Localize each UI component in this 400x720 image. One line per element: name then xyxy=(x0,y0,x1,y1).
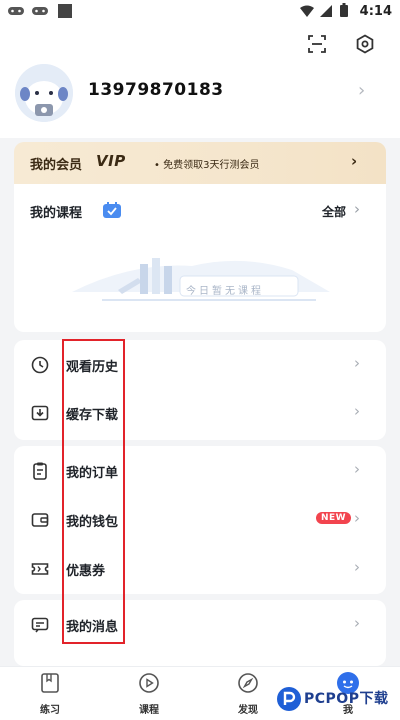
course-title: 我的课程 xyxy=(30,206,83,221)
vip-title: 我的会员 xyxy=(30,158,83,173)
clock-time: 4:14 xyxy=(359,4,392,19)
nav-course[interactable]: 课程 xyxy=(119,671,179,716)
avatar[interactable] xyxy=(15,64,73,122)
chevron-right-icon: › xyxy=(354,614,360,632)
empty-course-text: 今日暂无课程 xyxy=(186,286,264,297)
chevron-right-icon: › xyxy=(354,460,360,478)
chevron-right-icon: › xyxy=(351,152,358,170)
chevron-right-icon[interactable]: › xyxy=(354,200,360,218)
battery-icon xyxy=(340,3,348,17)
message-icon xyxy=(31,617,49,633)
watermark-text: PCPOP下载 xyxy=(304,691,389,707)
coupon-icon xyxy=(31,563,49,575)
calendar-icon xyxy=(103,202,121,218)
chevron-right-icon: › xyxy=(354,558,360,576)
pcpop-logo-icon xyxy=(277,687,301,711)
chevron-right-icon[interactable]: › xyxy=(358,80,365,101)
course-card: 我的课程 全部 › 今日暂无课程 xyxy=(14,184,386,332)
vip-description: • 免费领取3天行测会员 xyxy=(154,160,260,171)
nav-label: 课程 xyxy=(139,705,159,716)
signal-icon xyxy=(320,5,332,17)
scan-button[interactable] xyxy=(305,32,329,56)
gamepad-icon xyxy=(8,7,24,15)
vip-banner[interactable]: 我的会员 VIP • 免费领取3天行测会员 › xyxy=(14,142,386,184)
avatar-character-icon xyxy=(15,64,73,122)
course-play-icon xyxy=(139,673,159,693)
compass-icon xyxy=(238,673,258,693)
download-icon xyxy=(31,405,49,421)
annotation-highlight-box xyxy=(62,339,125,644)
gamepad-icon xyxy=(32,7,48,15)
scan-icon xyxy=(308,35,326,53)
watermark: PCPOP下载 xyxy=(274,684,398,714)
practice-icon xyxy=(41,673,59,693)
wallet-icon xyxy=(31,513,49,527)
vip-tag: VIP xyxy=(96,152,126,170)
course-all-link[interactable]: 全部 xyxy=(322,203,346,220)
notification-square-icon xyxy=(58,4,72,18)
chevron-right-icon: › xyxy=(354,509,360,527)
settings-button[interactable] xyxy=(353,32,377,56)
status-bar: 4:14 xyxy=(0,0,400,26)
nav-practice[interactable]: 练习 xyxy=(20,671,80,716)
nav-discover[interactable]: 发现 xyxy=(218,671,278,716)
gear-icon xyxy=(356,34,374,54)
order-icon xyxy=(33,462,47,480)
new-badge: NEW xyxy=(316,512,352,524)
nav-label: 发现 xyxy=(238,705,258,716)
nav-label: 练习 xyxy=(40,705,60,716)
chevron-right-icon: › xyxy=(354,354,360,372)
wifi-icon xyxy=(300,5,314,17)
phone-number[interactable]: 13979870183 xyxy=(88,80,224,100)
chevron-right-icon: › xyxy=(354,402,360,420)
clock-icon xyxy=(31,356,49,374)
